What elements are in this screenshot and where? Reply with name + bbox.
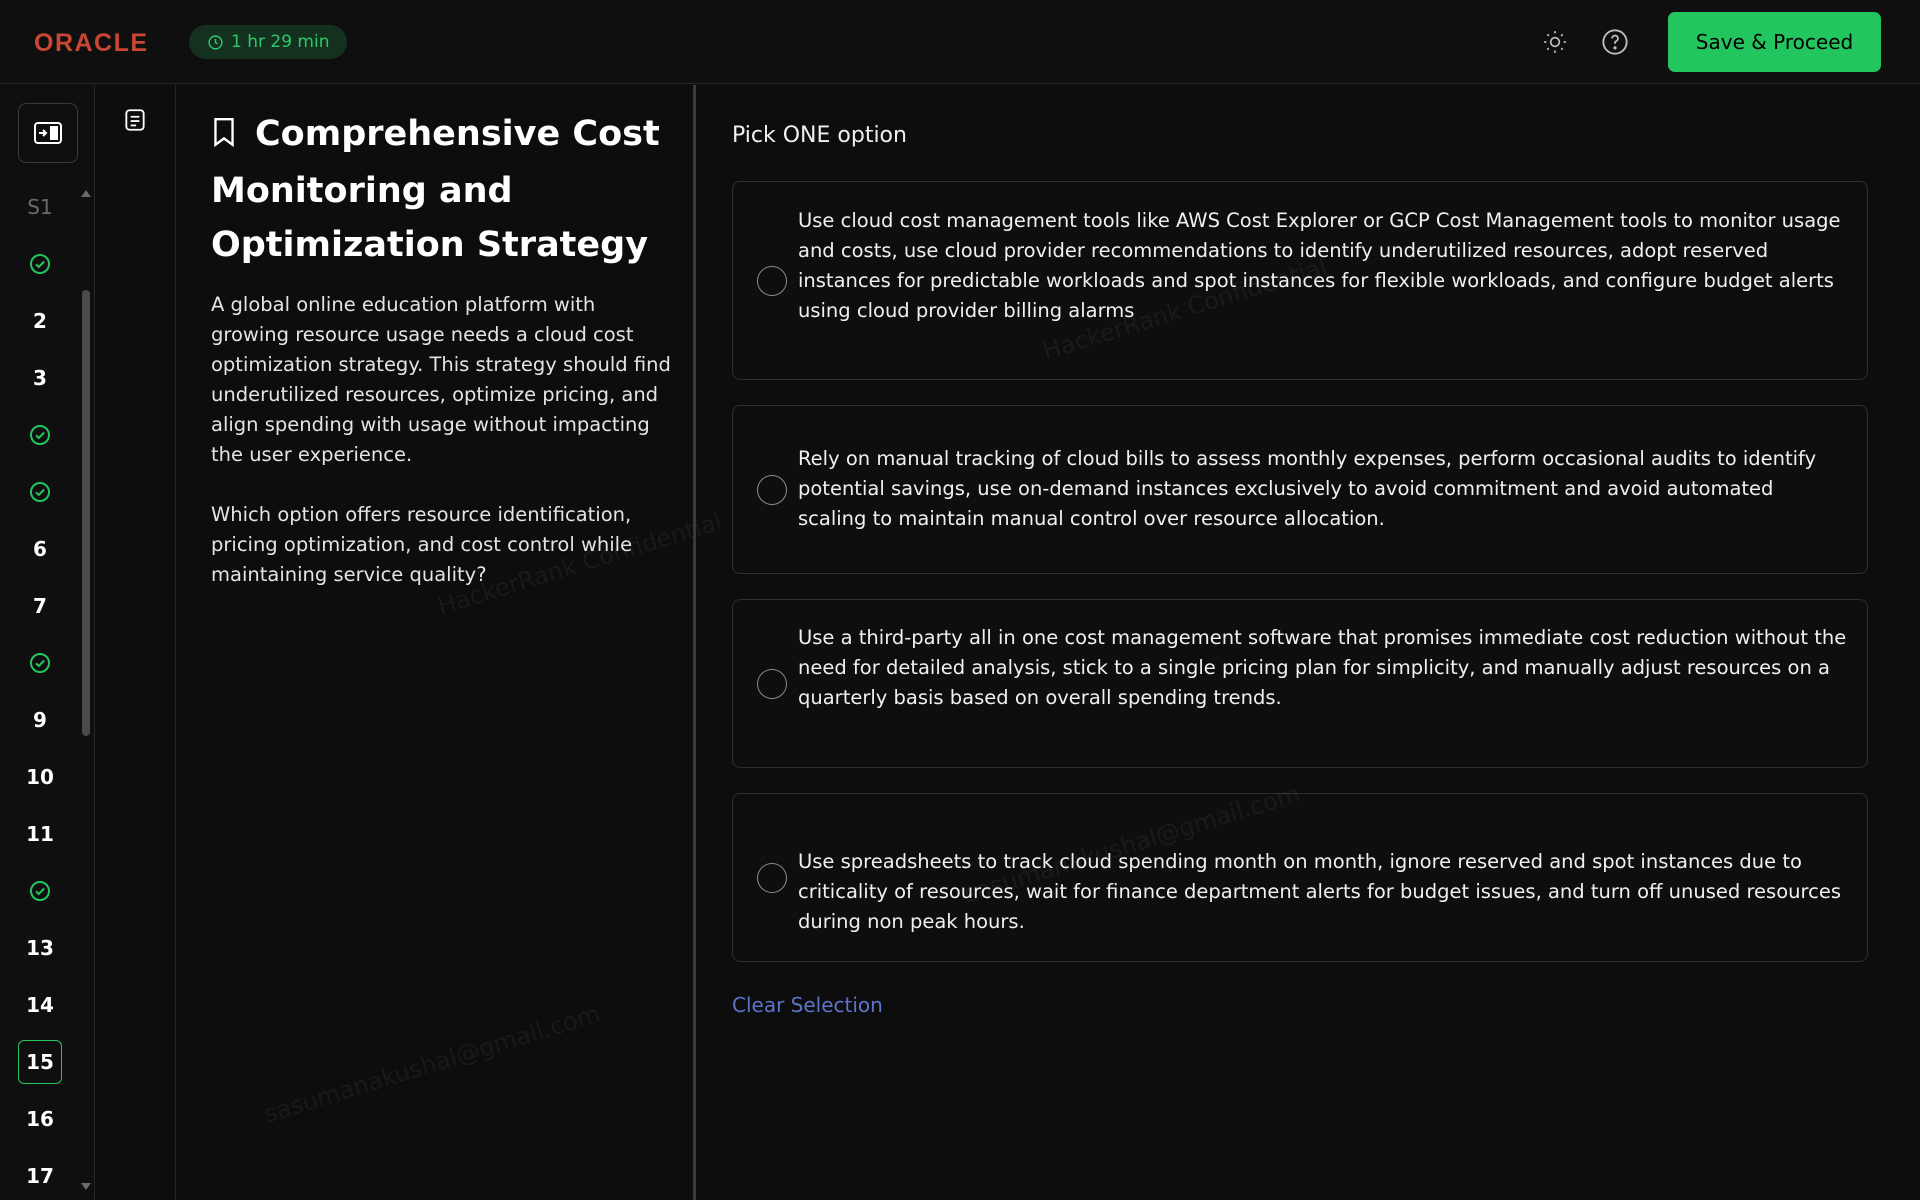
check-circle-icon — [30, 425, 50, 445]
question-nav-item[interactable]: 15 — [18, 1040, 62, 1084]
question-details-button[interactable] — [122, 107, 148, 137]
question-title: Comprehensive Cost Monitoring and Optimi… — [211, 114, 660, 265]
question-body: A global online education platform with … — [211, 290, 671, 620]
question-nav-item[interactable]: 6 — [18, 527, 62, 571]
question-nav-item-answered[interactable] — [18, 242, 62, 286]
clear-selection-link[interactable]: Clear Selection — [732, 993, 883, 1017]
oracle-logo: ORACLE — [34, 29, 149, 57]
sun-icon — [1544, 31, 1566, 53]
question-nav-item[interactable]: 13 — [18, 926, 62, 970]
answers-pane: Pick ONE option Use cloud cost managemen… — [697, 85, 1920, 1200]
question-nav-item[interactable]: 7 — [18, 584, 62, 628]
option-2-radio[interactable] — [757, 475, 787, 505]
check-circle-icon — [30, 881, 50, 901]
check-circle-icon — [30, 254, 50, 274]
option-1-radio[interactable] — [757, 266, 787, 296]
option-2[interactable]: Rely on manual tracking of cloud bills t… — [732, 405, 1868, 574]
question-nav-item[interactable]: 9 — [18, 698, 62, 742]
question-navigator: S1 2 3 6 7 9 10 11 13 14 15 16 17 — [0, 85, 95, 1200]
option-2-text: Rely on manual tracking of cloud bills t… — [798, 447, 1817, 530]
question-nav-item[interactable]: 11 — [18, 812, 62, 856]
question-nav-item-answered[interactable] — [18, 470, 62, 514]
check-circle-icon — [30, 653, 50, 673]
help-button[interactable] — [1597, 24, 1633, 60]
option-1-text: Use cloud cost management tools like AWS… — [798, 209, 1841, 322]
theme-toggle-button[interactable] — [1537, 24, 1573, 60]
question-nav-item-answered[interactable] — [18, 413, 62, 457]
option-4-radio[interactable] — [757, 863, 787, 893]
option-3-text: Use a third-party all in one cost manage… — [798, 626, 1847, 709]
scroll-down-arrow[interactable] — [81, 1183, 91, 1190]
watermark-email: sasumanakushal@gmail.com — [260, 999, 604, 1129]
question-nav-item-answered[interactable] — [18, 869, 62, 913]
document-column — [96, 85, 176, 1200]
option-4[interactable]: Use spreadsheets to track cloud spending… — [732, 793, 1868, 962]
top-bar: ORACLE 1 hr 29 min Save & Proceed — [0, 0, 1920, 84]
panel-toggle-icon — [34, 122, 62, 144]
question-title-block: Comprehensive Cost Monitoring and Optimi… — [211, 107, 671, 272]
timer-badge: 1 hr 29 min — [189, 25, 348, 59]
question-nav-item[interactable]: 17 — [18, 1154, 62, 1198]
help-icon — [1602, 29, 1628, 55]
question-nav-item[interactable]: 14 — [18, 983, 62, 1027]
question-pane: Comprehensive Cost Monitoring and Optimi… — [177, 85, 725, 1200]
scrollbar-thumb[interactable] — [82, 290, 90, 736]
timer-text: 1 hr 29 min — [231, 32, 330, 52]
navigator-scrollbar[interactable] — [81, 190, 90, 1200]
question-nav-item[interactable]: 16 — [18, 1097, 62, 1141]
option-3-radio[interactable] — [757, 669, 787, 699]
collapse-sidebar-button[interactable] — [18, 103, 78, 163]
option-1[interactable]: Use cloud cost management tools like AWS… — [732, 181, 1868, 380]
pane-divider[interactable] — [693, 85, 696, 1200]
question-nav-item-answered[interactable] — [18, 641, 62, 685]
bookmark-icon[interactable] — [211, 110, 243, 164]
clock-icon — [208, 34, 223, 50]
option-4-text: Use spreadsheets to track cloud spending… — [798, 850, 1841, 933]
save-proceed-button[interactable]: Save & Proceed — [1668, 12, 1881, 72]
check-circle-icon — [30, 482, 50, 502]
question-nav-item[interactable]: 10 — [18, 755, 62, 799]
question-nav-item[interactable]: 3 — [18, 356, 62, 400]
question-nav-item[interactable]: 2 — [18, 299, 62, 343]
document-icon — [125, 109, 145, 131]
question-prompt: Which option offers resource identificat… — [211, 503, 633, 586]
section-label: S1 — [27, 195, 53, 219]
question-paragraph: A global online education platform with … — [211, 293, 671, 466]
pick-one-label: Pick ONE option — [732, 123, 907, 148]
option-3[interactable]: Use a third-party all in one cost manage… — [732, 599, 1868, 768]
